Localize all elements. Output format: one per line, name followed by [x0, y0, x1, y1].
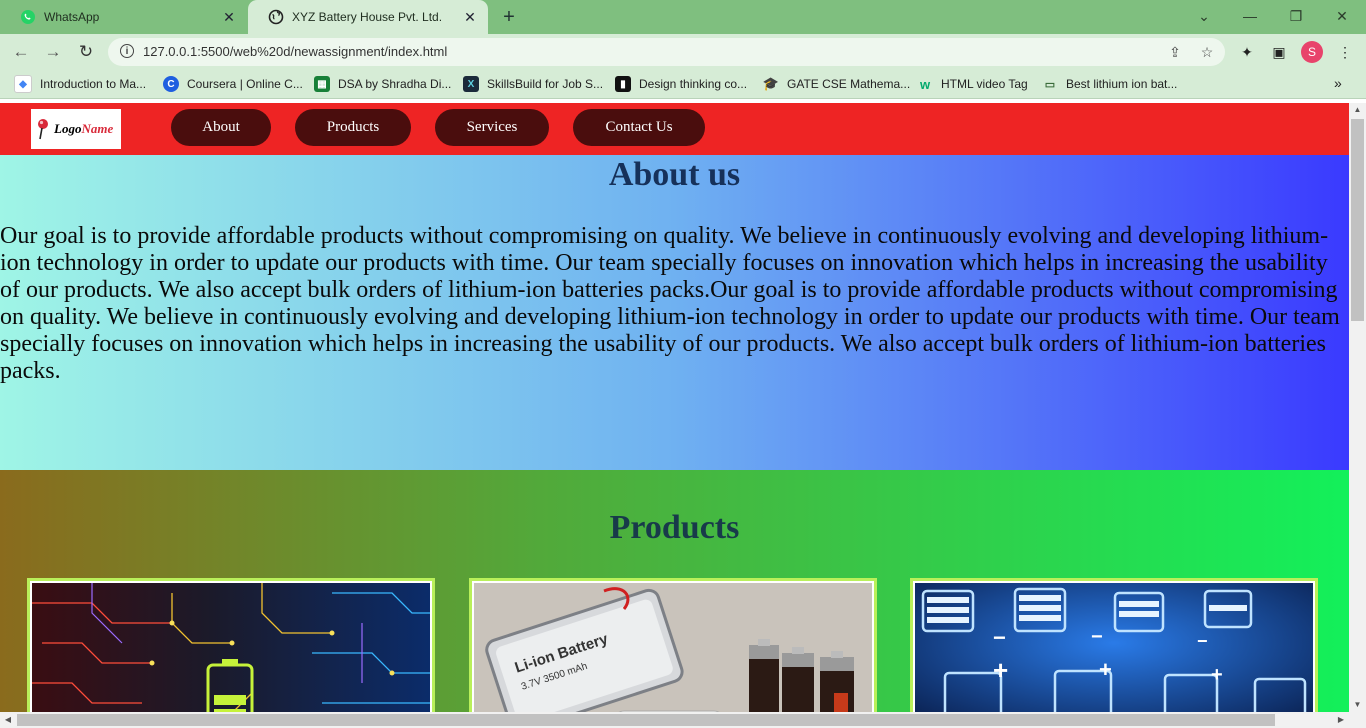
- svg-text:−: −: [993, 625, 1006, 650]
- svg-text:+: +: [1211, 664, 1223, 686]
- skillsbuild-icon: X: [463, 76, 479, 92]
- bookmarks-bar: ◆ Introduction to Ma... C Coursera | Onl…: [0, 70, 1366, 99]
- bookmark-label: DSA by Shradha Di...: [338, 77, 452, 91]
- tab-xyz-battery[interactable]: XYZ Battery House Pvt. Ltd. ✕: [248, 0, 488, 34]
- reload-icon[interactable]: ↻: [75, 41, 97, 63]
- about-paragraph: Our goal is to provide affordable produc…: [0, 223, 1340, 384]
- scroll-up-arrow-icon[interactable]: ▲: [1349, 103, 1366, 117]
- sheets-icon: ▦: [314, 76, 330, 92]
- more-bookmarks-icon[interactable]: »: [1334, 75, 1342, 91]
- extensions-puzzle-icon[interactable]: ✦: [1238, 43, 1256, 61]
- bookmark-item[interactable]: C Coursera | Online C...: [163, 76, 303, 92]
- new-tab-button[interactable]: +: [498, 6, 520, 28]
- side-panel-icon[interactable]: ▣: [1270, 43, 1288, 61]
- menu-kebab-icon[interactable]: ⋮: [1336, 43, 1354, 61]
- product-card[interactable]: Li-ion Battery 3.7V 3500 mAh: [469, 578, 877, 712]
- logo-text: LogoName: [54, 121, 114, 136]
- tab-title: WhatsApp: [44, 10, 100, 24]
- nav-contact-button[interactable]: Contact Us: [573, 109, 705, 146]
- svg-text:−: −: [1197, 631, 1208, 651]
- bookmark-label: HTML video Tag: [941, 77, 1028, 91]
- bookmark-label: Design thinking co...: [639, 77, 748, 91]
- battery-site-icon: ▭: [1044, 78, 1056, 91]
- bookmark-label: Coursera | Online C...: [187, 77, 303, 91]
- scroll-right-arrow-icon[interactable]: ▶: [1333, 712, 1349, 728]
- page-viewport: LogoName About Products Services Contact…: [0, 103, 1349, 712]
- close-tab-icon[interactable]: ✕: [462, 9, 478, 25]
- bookmark-item[interactable]: X SkillsBuild for Job S...: [463, 76, 603, 92]
- nav-services-button[interactable]: Services: [435, 109, 549, 146]
- bookmark-item[interactable]: ▦ DSA by Shradha Di...: [314, 76, 451, 92]
- graduation-cap-icon: 🎓: [762, 76, 780, 91]
- address-bar[interactable]: i 127.0.0.1:5500/web%20d/newassignment/i…: [108, 38, 1225, 66]
- site-info-icon[interactable]: i: [120, 44, 134, 58]
- w3schools-icon: w: [919, 76, 931, 92]
- site-logo[interactable]: LogoName: [31, 109, 121, 149]
- bookmark-label: Introduction to Ma...: [40, 77, 147, 91]
- bookmark-item[interactable]: ▭ Best lithium ion bat...: [1042, 76, 1178, 92]
- back-arrow-icon[interactable]: ←: [10, 41, 32, 63]
- scroll-left-arrow-icon[interactable]: ◀: [0, 712, 16, 728]
- scroll-down-arrow-icon[interactable]: ▼: [1349, 698, 1366, 712]
- forward-arrow-icon[interactable]: →: [42, 41, 64, 63]
- tab-search-chevron-icon[interactable]: ⌄: [1192, 6, 1216, 26]
- circuit-board-battery-image: [32, 583, 430, 712]
- share-icon[interactable]: ⇪: [1166, 43, 1184, 61]
- svg-text:+: +: [1099, 657, 1112, 682]
- bookmark-item[interactable]: ◆ Introduction to Ma...: [14, 75, 147, 93]
- bookmark-star-icon[interactable]: ☆: [1198, 43, 1216, 61]
- about-heading: About us: [608, 156, 741, 193]
- bookmark-label: GATE CSE Mathema...: [787, 77, 911, 91]
- products-heading: Products: [609, 509, 740, 546]
- svg-text:−: −: [1091, 626, 1103, 648]
- vertical-scrollbar[interactable]: ▲ ▼: [1349, 103, 1366, 712]
- bookmark-label: Best lithium ion bat...: [1066, 77, 1178, 91]
- scrollbar-thumb[interactable]: [17, 714, 1275, 726]
- horizontal-scrollbar[interactable]: ◀ ▶: [0, 712, 1366, 728]
- bookmark-item[interactable]: ▮ Design thinking co...: [615, 76, 747, 92]
- site-nav-bar: LogoName About Products Services Contact…: [0, 103, 1349, 155]
- about-section: About us Our goal is to provide affordab…: [0, 155, 1349, 470]
- bookmark-label: SkillsBuild for Job S...: [487, 77, 604, 91]
- restore-icon[interactable]: ❐: [1284, 6, 1308, 26]
- browser-tab-strip: WhatsApp ✕ XYZ Battery House Pvt. Ltd. ✕…: [0, 0, 1366, 34]
- close-window-icon[interactable]: ✕: [1330, 6, 1354, 26]
- nav-about-button[interactable]: About: [171, 109, 271, 146]
- browser-toolbar: ← → ↻ i 127.0.0.1:5500/web%20d/newassign…: [0, 34, 1366, 70]
- design-thinking-icon: ▮: [615, 76, 631, 92]
- nav-products-button[interactable]: Products: [295, 109, 411, 146]
- globe-icon: [268, 9, 284, 25]
- tab-whatsapp[interactable]: WhatsApp ✕: [0, 0, 247, 34]
- coursera-icon: C: [163, 76, 179, 92]
- logo-pin-icon: [36, 118, 52, 140]
- url-text: 127.0.0.1:5500/web%20d/newassignment/ind…: [143, 44, 448, 59]
- svg-text:+: +: [993, 655, 1008, 685]
- product-card[interactable]: + + + − − −: [910, 578, 1318, 712]
- minimize-icon[interactable]: —: [1238, 6, 1262, 26]
- tab-title: XYZ Battery House Pvt. Ltd.: [292, 10, 443, 24]
- li-ion-battery-cells-image: Li-ion Battery 3.7V 3500 mAh: [474, 583, 872, 712]
- profile-avatar[interactable]: S: [1301, 41, 1323, 63]
- scrollbar-thumb[interactable]: [1351, 119, 1364, 321]
- bookmark-item[interactable]: w HTML video Tag: [917, 76, 1028, 92]
- close-tab-icon[interactable]: ✕: [221, 9, 237, 25]
- battery-charge-icons-image: + + + − − −: [915, 583, 1313, 712]
- bookmark-item[interactable]: 🎓 GATE CSE Mathema...: [763, 76, 910, 92]
- whatsapp-icon: [20, 9, 36, 25]
- product-card[interactable]: [27, 578, 435, 712]
- google-colors-icon: ◆: [14, 75, 32, 93]
- products-section: Products Li-ion Battery 3.7V 3500 mAh + …: [0, 470, 1349, 712]
